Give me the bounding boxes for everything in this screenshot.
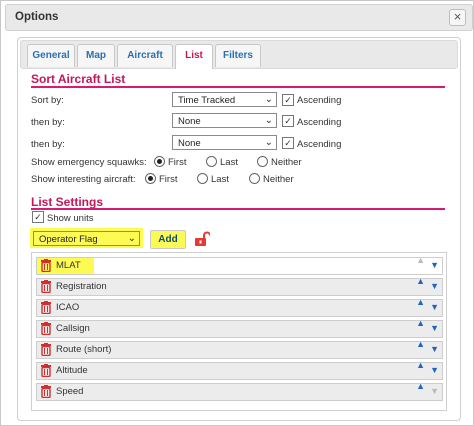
- show-units-checkbox[interactable]: ✓: [32, 211, 44, 223]
- arrow-up-icon[interactable]: ▲: [416, 276, 425, 286]
- tab-list[interactable]: List: [175, 44, 213, 69]
- ascending-label-2: Ascending: [297, 117, 342, 128]
- sort-by-select[interactable]: Time Tracked ⌄: [172, 92, 277, 107]
- interesting-last-radio[interactable]: [197, 173, 208, 184]
- ascending-checkbox-1[interactable]: ✓: [282, 94, 294, 106]
- trash-icon[interactable]: [40, 343, 52, 359]
- column-row-speed[interactable]: Speed ▲ ▼: [36, 381, 443, 401]
- arrow-up-icon[interactable]: ▲: [416, 255, 425, 265]
- arrow-down-icon[interactable]: ▼: [430, 365, 439, 375]
- tab-aircraft[interactable]: Aircraft: [117, 44, 173, 67]
- emergency-neither-label: Neither: [271, 157, 302, 168]
- tab-map[interactable]: Map: [77, 44, 115, 67]
- interesting-neither-radio[interactable]: [249, 173, 260, 184]
- arrow-up-icon[interactable]: ▲: [416, 297, 425, 307]
- sort-by-value: Time Tracked: [178, 95, 236, 106]
- interesting-first-radio[interactable]: [145, 173, 156, 184]
- dialog-titlebar[interactable]: Options ×: [5, 4, 473, 31]
- column-label-mlat: MLAT: [56, 260, 81, 271]
- tab-bar: General Map Aircraft List Filters: [20, 40, 458, 69]
- show-units-label: Show units: [47, 213, 94, 224]
- add-column-button[interactable]: Add: [150, 230, 186, 249]
- chevron-down-icon: ⌄: [264, 115, 273, 126]
- tab-filters[interactable]: Filters: [215, 44, 261, 67]
- then-by-label-2: then by:: [31, 139, 65, 150]
- tab-general[interactable]: General: [27, 44, 75, 67]
- column-label-route-short: Route (short): [56, 344, 112, 355]
- arrow-down-icon[interactable]: ▼: [430, 302, 439, 312]
- close-button[interactable]: ×: [449, 9, 466, 26]
- then-by-select-1[interactable]: None ⌄: [172, 113, 277, 128]
- dialog-title: Options: [15, 11, 59, 23]
- sort-section-divider: [31, 86, 445, 88]
- emergency-squawks-label: Show emergency squawks:: [31, 157, 147, 168]
- then-by-select-2[interactable]: None ⌄: [172, 135, 277, 150]
- column-label-callsign: Callsign: [56, 323, 90, 334]
- sort-section-title: Sort Aircraft List: [31, 72, 126, 86]
- emergency-last-label: Last: [220, 157, 238, 168]
- ascending-checkbox-2[interactable]: ✓: [282, 115, 294, 127]
- unlock-icon[interactable]: [194, 231, 211, 250]
- interesting-last-label: Last: [211, 174, 229, 185]
- column-select-value: Operator Flag: [39, 234, 98, 245]
- then-by-value-2: None: [178, 138, 201, 149]
- emergency-first-label: First: [168, 157, 187, 168]
- ascending-label-3: Ascending: [297, 139, 342, 150]
- list-settings-title: List Settings: [31, 195, 104, 209]
- arrow-down-icon[interactable]: ▼: [430, 281, 439, 291]
- column-row-mlat[interactable]: MLAT ▲ ▼: [36, 255, 443, 275]
- column-select[interactable]: Operator Flag ⌄: [33, 231, 140, 246]
- trash-icon[interactable]: [40, 364, 52, 380]
- trash-icon[interactable]: [40, 280, 52, 296]
- then-by-label-1: then by:: [31, 117, 65, 128]
- emergency-neither-radio[interactable]: [257, 156, 268, 167]
- interesting-neither-label: Neither: [263, 174, 294, 185]
- column-row-route-short[interactable]: Route (short) ▲ ▼: [36, 339, 443, 359]
- list-settings-divider: [31, 208, 445, 210]
- column-label-registration: Registration: [56, 281, 107, 292]
- chevron-down-icon: ⌄: [264, 94, 273, 105]
- interesting-aircraft-label: Show interesting aircraft:: [31, 174, 136, 185]
- column-row-callsign[interactable]: Callsign ▲ ▼: [36, 318, 443, 338]
- chevron-down-icon: ⌄: [264, 137, 273, 148]
- arrow-up-icon[interactable]: ▲: [416, 318, 425, 328]
- column-label-altitude: Altitude: [56, 365, 88, 376]
- trash-icon[interactable]: [40, 385, 52, 401]
- trash-icon[interactable]: [40, 301, 52, 317]
- arrow-down-icon[interactable]: ▼: [430, 386, 439, 396]
- sort-by-label: Sort by:: [31, 95, 64, 106]
- arrow-up-icon[interactable]: ▲: [416, 339, 425, 349]
- close-icon: ×: [453, 9, 462, 24]
- arrow-down-icon[interactable]: ▼: [430, 323, 439, 333]
- emergency-last-radio[interactable]: [206, 156, 217, 167]
- column-row-icao[interactable]: ICAO ▲ ▼: [36, 297, 443, 317]
- arrow-down-icon[interactable]: ▼: [430, 260, 439, 270]
- then-by-value-1: None: [178, 116, 201, 127]
- trash-icon[interactable]: [40, 259, 52, 275]
- column-label-icao: ICAO: [56, 302, 80, 313]
- column-row-altitude[interactable]: Altitude ▲ ▼: [36, 360, 443, 380]
- arrow-up-icon[interactable]: ▲: [416, 360, 425, 370]
- column-row-registration[interactable]: Registration ▲ ▼: [36, 276, 443, 296]
- chevron-down-icon: ⌄: [127, 233, 136, 244]
- interesting-first-label: First: [159, 174, 178, 185]
- ascending-label-1: Ascending: [297, 95, 342, 106]
- options-dialog: Options × General Map Aircraft List Filt…: [0, 0, 474, 426]
- arrow-down-icon[interactable]: ▼: [430, 344, 439, 354]
- column-list: MLAT ▲ ▼ Registration ▲ ▼ ICAO ▲ ▼ Calls…: [31, 252, 447, 411]
- emergency-first-radio[interactable]: [154, 156, 165, 167]
- arrow-up-icon[interactable]: ▲: [416, 381, 425, 391]
- column-label-speed: Speed: [56, 386, 84, 397]
- trash-icon[interactable]: [40, 322, 52, 338]
- ascending-checkbox-3[interactable]: ✓: [282, 137, 294, 149]
